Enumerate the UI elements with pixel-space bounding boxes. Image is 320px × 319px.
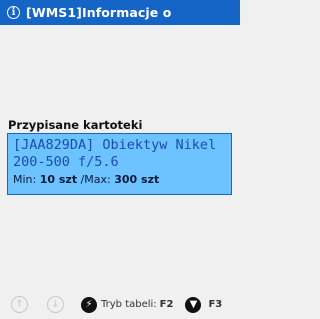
filter-icon: ▼ — [185, 296, 202, 313]
assigned-record-card[interactable]: [JAA829DA] Obiektyw Nikel 200-500 f/5.6 … — [7, 133, 232, 195]
filter-button[interactable]: ▼ F3 — [185, 296, 223, 313]
filter-key: F3 — [208, 299, 223, 310]
min-label: Min: — [13, 173, 37, 186]
bottom-toolbar: ↑ ↓ ⚡ Tryb tabeli: F2 ▼ F3 — [0, 290, 240, 319]
info-icon[interactable]: i — [7, 6, 20, 19]
table-mode-button[interactable]: ⚡ Tryb tabeli: F2 — [81, 296, 174, 313]
section-label: Przypisane kartoteki — [8, 118, 143, 132]
title-bar: i [WMS1]Informacje o — [0, 0, 240, 25]
max-value: 300 szt — [114, 173, 160, 186]
max-label: /Max: — [80, 173, 111, 186]
record-name-line2: 200-500 f/5.6 — [13, 154, 119, 170]
window-title: [WMS1]Informacje o — [26, 5, 172, 20]
lightning-icon: ⚡ — [81, 296, 97, 313]
arrow-down-icon[interactable]: ↓ — [47, 296, 64, 313]
table-mode-label: Tryb tabeli: — [101, 299, 157, 310]
min-value: 10 szt — [39, 173, 78, 186]
table-mode-key: F2 — [159, 299, 174, 310]
arrow-up-icon[interactable]: ↑ — [11, 296, 28, 313]
min-max-row: Min: 10 szt /Max: 300 szt — [13, 173, 226, 186]
record-name-line1: [JAA829DA] Obiektyw Nikel — [13, 137, 217, 153]
